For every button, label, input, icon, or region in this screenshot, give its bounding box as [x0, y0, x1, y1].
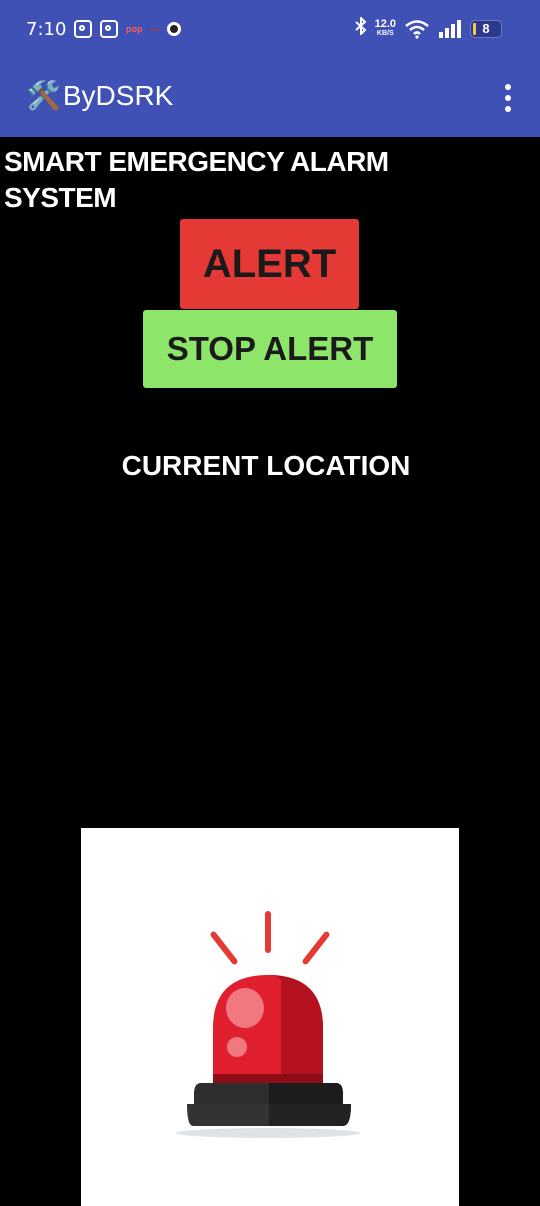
- circle-app-icon: [166, 22, 181, 36]
- notification-icon: •••: [150, 24, 159, 34]
- battery-level: 8: [482, 21, 490, 36]
- bluetooth-icon: [354, 15, 367, 40]
- status-time: 7:10: [26, 19, 67, 40]
- siren-image-panel: [81, 828, 459, 1206]
- network-speed-value: 12.0: [374, 17, 396, 30]
- app-bar: 🛠️ ByDSRK: [0, 60, 540, 137]
- stop-alert-button[interactable]: STOP ALERT: [143, 310, 397, 388]
- instagram-icon: [74, 20, 92, 38]
- battery-icon: 8: [470, 19, 502, 38]
- system-icons: 12.0 KB/S 8: [354, 15, 502, 40]
- signal-icon: [439, 19, 461, 38]
- page-heading: SMART EMERGENCY ALARM SYSTEM: [4, 146, 389, 213]
- instagram-icon: [100, 20, 118, 38]
- notification-icons: pop •••: [74, 20, 181, 38]
- app-title: ByDSRK: [62, 80, 174, 111]
- app-title-wrap: 🛠️ ByDSRK: [26, 80, 173, 112]
- alert-button[interactable]: ALERT: [180, 219, 359, 309]
- network-speed: 12.0 KB/S: [374, 17, 396, 38]
- siren-icon: [176, 911, 360, 1138]
- network-speed-unit: KB/S: [376, 29, 394, 37]
- overflow-menu-icon[interactable]: [500, 82, 516, 114]
- hammer-wrench-icon: 🛠️: [26, 80, 61, 111]
- status-bar: 7:10 pop ••• 12.0 KB/S 8: [0, 0, 540, 60]
- pop-icon: pop: [126, 24, 143, 34]
- wifi-icon: [405, 19, 429, 39]
- current-location-label: CURRENT LOCATION: [121, 450, 411, 481]
